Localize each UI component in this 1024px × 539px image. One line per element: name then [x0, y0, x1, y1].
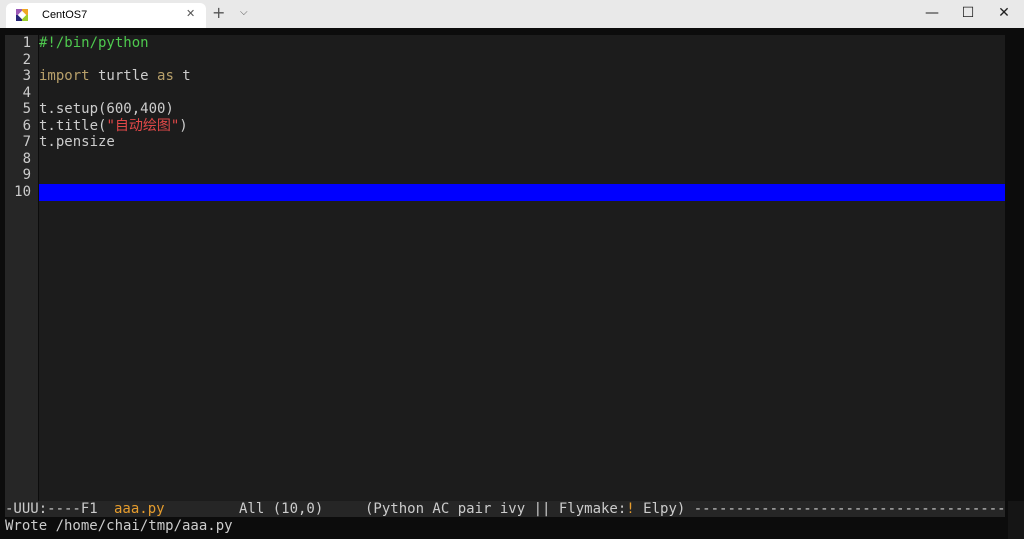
tab-close-icon[interactable]: ✕: [186, 6, 195, 22]
tab-centos7[interactable]: CentOS7 ✕: [6, 3, 206, 28]
maximize-button[interactable]: ☐: [950, 0, 986, 26]
code-text: #!/bin/python: [39, 35, 149, 52]
line-number: 1: [22, 35, 31, 51]
line-number: 7: [22, 134, 31, 150]
code-text: t.pensize: [39, 134, 115, 151]
code-line[interactable]: 6 t.title("自动绘图"): [0, 118, 1024, 135]
code-token: t.title(: [39, 117, 107, 134]
line-number: 10: [14, 183, 31, 200]
line-number: 4: [22, 84, 31, 101]
line-number: 9: [22, 167, 31, 183]
code-token: #!/bin/python: [39, 35, 149, 51]
code-line[interactable]: 3 import turtle as t: [0, 68, 1024, 85]
code-token: as: [157, 68, 174, 84]
code-line[interactable]: 10: [0, 184, 1024, 201]
code-token: ): [179, 117, 188, 134]
code-text: t.title("自动绘图"): [39, 118, 188, 135]
code-line[interactable]: 4: [0, 85, 1024, 102]
line-number: 2: [22, 51, 31, 68]
tab-title: CentOS7: [42, 9, 88, 21]
code-token: t: [173, 68, 191, 84]
flymake-flag: !: [626, 501, 635, 517]
mode-line: -UUU:----F1 aaa.py All (10,0) (Python AC…: [5, 501, 1005, 517]
code-line[interactable]: 1 #!/bin/python: [0, 35, 1024, 52]
code-line[interactable]: 5 t.setup(600,400): [0, 101, 1024, 118]
code-line[interactable]: 8: [0, 151, 1024, 168]
new-tab-button[interactable]: +: [212, 4, 225, 22]
code-token: import: [39, 68, 90, 84]
code-token: t.pensize: [39, 134, 115, 150]
code-token: t.setup(600,400): [39, 101, 174, 117]
modeline-status: -UUU:----F1: [5, 501, 98, 517]
editor-pane[interactable]: 1 #!/bin/python 2 3 import turtle as t 4 5 t.se…: [0, 28, 1024, 501]
modeline-modes-after: Elpy) ----------------------------------…: [634, 501, 1005, 517]
code-line[interactable]: 9: [0, 167, 1024, 184]
code-line[interactable]: 2: [0, 52, 1024, 69]
modeline-modes: (Python AC pair ivy || Flymake:! Elpy) -…: [365, 501, 1005, 517]
minimize-button[interactable]: —: [914, 0, 950, 26]
code-text: import turtle as t: [39, 68, 191, 85]
title-bar: CentOS7 ✕ + ⌵ — ☐ ✕: [0, 0, 1024, 28]
line-number: 3: [22, 68, 31, 84]
line-number: 5: [22, 101, 31, 117]
line-number: 6: [22, 117, 31, 134]
code-token: turtle: [89, 68, 158, 84]
chevron-down-icon[interactable]: ⌵: [240, 6, 248, 20]
scrollbar[interactable]: [1008, 501, 1024, 539]
close-button[interactable]: ✕: [986, 0, 1022, 26]
line-number: 8: [22, 150, 31, 167]
echo-area-message: Wrote /home/chai/tmp/aaa.py: [5, 518, 996, 535]
modeline-modes-before: (Python AC pair ivy || Flymake:: [365, 501, 627, 517]
code-line[interactable]: 7 t.pensize: [0, 134, 1024, 151]
code-text: t.setup(600,400): [39, 101, 174, 118]
code-token: "自动绘图": [106, 117, 180, 134]
modeline-position: All (10,0): [239, 501, 324, 517]
centos-logo-icon: [16, 9, 28, 21]
modeline-buffer-name[interactable]: aaa.py: [114, 501, 165, 517]
